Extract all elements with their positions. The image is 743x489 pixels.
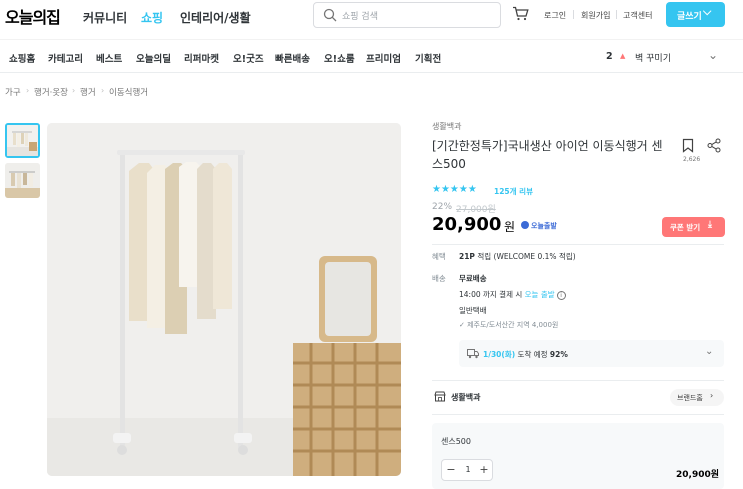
search-placeholder: 쇼핑 검색	[342, 12, 378, 22]
download-icon: ⤓	[708, 220, 712, 230]
login-link[interactable]: 로그인	[544, 10, 566, 21]
search-input[interactable]: 쇼핑 검색	[313, 2, 501, 28]
coupon-button-label: 쿠폰 받기	[670, 223, 701, 232]
store-icon	[434, 391, 446, 402]
subnav-premium[interactable]: 프리미엄	[366, 51, 401, 65]
hanger-thumbnail-image	[7, 125, 38, 156]
chevron-right-icon: ›	[26, 86, 30, 95]
subnav-todays-deal[interactable]: 오늘의딜	[136, 51, 171, 65]
subnav-showroom[interactable]: 오!쇼룸	[324, 51, 355, 65]
delivery-cutoff-text: 14:00 까지 결제 시	[459, 290, 523, 299]
benefit-label: 혜택	[432, 252, 446, 261]
signup-link[interactable]: 회원가입	[581, 10, 610, 21]
arrival-rate: 92%	[549, 350, 568, 359]
bookmark-icon[interactable]	[682, 138, 694, 153]
search-icon	[323, 8, 337, 22]
decrease-quantity-button[interactable]: −	[444, 463, 458, 476]
increase-quantity-button[interactable]: +	[477, 463, 491, 476]
quantity-value[interactable]: 1	[463, 465, 473, 474]
benefit-text: 적립 (WELCOME 0.1% 적립)	[477, 252, 576, 261]
rating-stars: ★★★★★	[432, 184, 477, 195]
today-departure-text: 오늘 출발	[524, 290, 555, 299]
breadcrumb-item[interactable]: 이동식행거	[109, 86, 148, 98]
chevron-down-icon[interactable]: ⌄	[708, 48, 718, 62]
benefit-points: 21P	[459, 252, 475, 261]
breadcrumb-item[interactable]: 행거·옷장	[34, 86, 68, 98]
chevron-right-icon: ›	[101, 86, 105, 95]
subnav-exhibition[interactable]: 기획전	[415, 51, 441, 65]
selected-option-box: 센스500 − 1 + 20,900원	[432, 423, 724, 489]
breadcrumb-item[interactable]: 가구	[5, 86, 21, 98]
nav-shopping[interactable]: 쇼핑	[141, 9, 163, 26]
share-icon[interactable]	[707, 138, 721, 153]
quantity-stepper: − 1 +	[441, 459, 493, 481]
product-main-image	[47, 123, 401, 476]
write-button-label: 글쓰기	[677, 12, 702, 22]
price-unit: 원	[504, 220, 516, 234]
rank-up-icon: ▲	[620, 52, 626, 60]
brand-link[interactable]: 생활백과	[432, 121, 461, 132]
divider	[432, 414, 724, 415]
trending-keyword[interactable]: 벽 꾸미기	[635, 51, 671, 64]
shopping-subnav: 쇼핑홈 카테고리 베스트 오늘의딜 리퍼마켓 오!굿즈 빠른배송 오!쇼룸 프리…	[0, 39, 743, 73]
arrival-label: 도착 예정	[517, 350, 548, 359]
bookmark-count: 2,626	[683, 156, 701, 163]
subnav-fast-delivery[interactable]: 빠른배송	[275, 51, 310, 65]
thumbnail-1[interactable]	[5, 123, 40, 158]
discount-rate: 22%	[432, 202, 453, 212]
thumbnail-2[interactable]	[5, 163, 40, 198]
sale-price: 20,900	[432, 214, 502, 235]
subnav-goods[interactable]: 오!굿즈	[233, 51, 264, 65]
chevron-right-icon: ›	[710, 391, 714, 400]
review-count-link[interactable]: 125개 리뷰	[494, 186, 533, 197]
nav-interior[interactable]: 인테리어/생활	[180, 9, 251, 26]
divider	[573, 10, 574, 19]
logo[interactable]: 오늘의집	[5, 4, 61, 28]
delivery-cutoff: 14:00 까지 결제 시 오늘 출발 i	[459, 289, 566, 300]
brand-name[interactable]: 생활백과	[451, 392, 480, 403]
info-icon[interactable]: i	[556, 291, 566, 300]
arrival-date: 1/30(화)	[483, 350, 516, 359]
divider	[432, 380, 724, 381]
subnav-category[interactable]: 카테고리	[48, 51, 83, 65]
brand-home-label: 브랜드홈	[677, 394, 703, 402]
write-button[interactable]: 글쓰기 ⌵	[666, 2, 725, 27]
delivery-method: 일반택배	[459, 306, 487, 315]
subnav-refurb-market[interactable]: 리퍼마켓	[184, 51, 219, 65]
delivery-type: 무료배송	[459, 274, 487, 283]
delivery-label: 배송	[432, 274, 446, 283]
breadcrumb-item[interactable]: 행거	[80, 86, 96, 98]
chevron-down-icon: ⌄	[705, 346, 714, 357]
today-departure-icon	[521, 221, 529, 229]
cart-icon[interactable]	[512, 6, 529, 21]
arrival-estimate-text: 1/30(화) 도착 예정 92%	[483, 349, 568, 360]
delivery-extra-fee-note: ✓ 제주도/도서산간 지역 4,000원	[459, 321, 559, 329]
delivery-truck-icon	[467, 349, 479, 359]
hanger-thumbnail-image	[5, 163, 40, 198]
trending-rank: 2	[606, 51, 613, 62]
brand-home-button[interactable]: 브랜드홈 ›	[670, 389, 724, 406]
top-header: 오늘의집 커뮤니티 쇼핑 인테리어/생활 쇼핑 검색 로그인 회원가입 고객센터…	[0, 0, 743, 34]
today-departure-badge: 오늘출발	[521, 221, 557, 231]
subnav-best[interactable]: 베스트	[96, 51, 122, 65]
nav-community[interactable]: 커뮤니티	[83, 9, 127, 26]
chevron-down-icon: ⌵	[703, 5, 712, 18]
divider	[616, 10, 617, 19]
option-price: 20,900원	[676, 470, 720, 480]
subnav-shopping-home[interactable]: 쇼핑홈	[9, 51, 35, 65]
option-name: 센스500	[441, 437, 471, 446]
chevron-right-icon: ›	[72, 86, 76, 95]
divider	[432, 244, 724, 245]
coupon-button[interactable]: 쿠폰 받기 ⤓	[662, 217, 725, 237]
benefit-value: 21P 적립 (WELCOME 0.1% 적립)	[459, 251, 576, 262]
customer-center-link[interactable]: 고객센터	[623, 10, 652, 21]
today-departure-label: 오늘출발	[531, 222, 557, 230]
product-title: [기간한정특가]국내생산 아이언 이동식행거 센스500	[432, 139, 663, 171]
product-photo	[47, 123, 401, 476]
arrival-estimate-toggle[interactable]: 1/30(화) 도착 예정 92% ⌄	[459, 340, 724, 367]
